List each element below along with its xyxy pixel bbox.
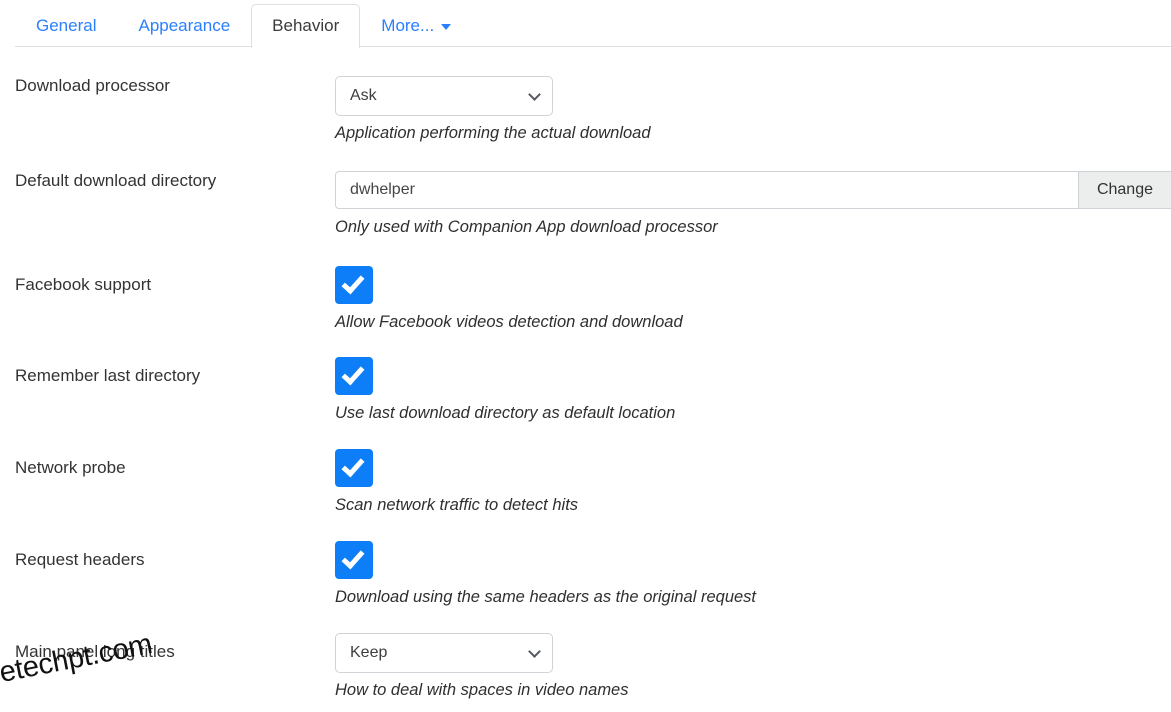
remember-directory-checkbox[interactable] xyxy=(335,357,373,396)
setting-row-facebook-support: Facebook support Allow Facebook videos d… xyxy=(0,265,1171,333)
setting-hint-remember-directory: Use last download directory as default l… xyxy=(335,404,676,423)
tab-general-label: General xyxy=(36,16,97,35)
tab-more-label: More... xyxy=(381,16,435,35)
chevron-down-icon xyxy=(528,88,541,101)
request-headers-checkbox[interactable] xyxy=(335,540,373,579)
setting-label-facebook-support: Facebook support xyxy=(15,274,152,294)
check-icon xyxy=(341,270,365,294)
download-processor-value: Ask xyxy=(350,87,377,104)
chevron-down-icon xyxy=(441,23,452,30)
tab-more[interactable]: More... xyxy=(360,4,472,47)
setting-label-request-headers: Request headers xyxy=(15,549,145,569)
setting-row-remember-directory: Remember last directory Use last downloa… xyxy=(0,357,1171,424)
change-directory-button[interactable]: Change xyxy=(1078,170,1171,209)
setting-hint-long-titles: How to deal with spaces in video names xyxy=(335,680,629,699)
chevron-down-icon xyxy=(528,644,541,658)
long-titles-select[interactable]: Keep xyxy=(335,632,553,673)
setting-label-download-processor: Download processor xyxy=(15,76,170,95)
setting-hint-default-directory: Only used with Companion App download pr… xyxy=(335,217,718,236)
setting-row-default-directory: Default download directory Change Only u… xyxy=(0,170,1171,238)
facebook-support-checkbox[interactable] xyxy=(335,265,373,304)
setting-label-default-directory: Default download directory xyxy=(15,170,217,190)
tab-bar: General Appearance Behavior More... xyxy=(0,0,1171,48)
tab-appearance-label: Appearance xyxy=(138,16,231,35)
setting-row-download-processor: Download processor Ask Application perfo… xyxy=(0,76,1171,144)
network-probe-checkbox[interactable] xyxy=(335,449,373,488)
setting-hint-download-processor: Application performing the actual downlo… xyxy=(335,124,651,142)
default-directory-input[interactable] xyxy=(335,170,1079,209)
settings-list: Download processor Ask Application perfo… xyxy=(0,76,1171,701)
tab-general[interactable]: General xyxy=(15,4,117,47)
setting-label-network-probe: Network probe xyxy=(15,458,126,478)
check-icon xyxy=(341,453,365,478)
default-directory-input-group: Change xyxy=(335,170,1171,209)
tab-behavior[interactable]: Behavior xyxy=(251,4,361,48)
long-titles-value: Keep xyxy=(350,643,388,661)
tab-behavior-label: Behavior xyxy=(272,16,340,35)
check-icon xyxy=(341,362,365,386)
setting-label-remember-directory: Remember last directory xyxy=(15,366,201,386)
setting-row-network-probe: Network probe Scan network traffic to de… xyxy=(0,449,1171,516)
setting-hint-request-headers: Download using the same headers as the o… xyxy=(335,587,757,606)
tab-appearance[interactable]: Appearance xyxy=(117,4,251,47)
check-icon xyxy=(341,545,365,570)
setting-hint-network-probe: Scan network traffic to detect hits xyxy=(335,496,579,515)
setting-hint-facebook-support: Allow Facebook videos detection and down… xyxy=(335,312,683,331)
setting-row-long-titles: Main panel long titles Keep How to deal … xyxy=(0,632,1171,701)
setting-row-request-headers: Request headers Download using the same … xyxy=(0,540,1171,608)
download-processor-select[interactable]: Ask xyxy=(335,76,553,116)
